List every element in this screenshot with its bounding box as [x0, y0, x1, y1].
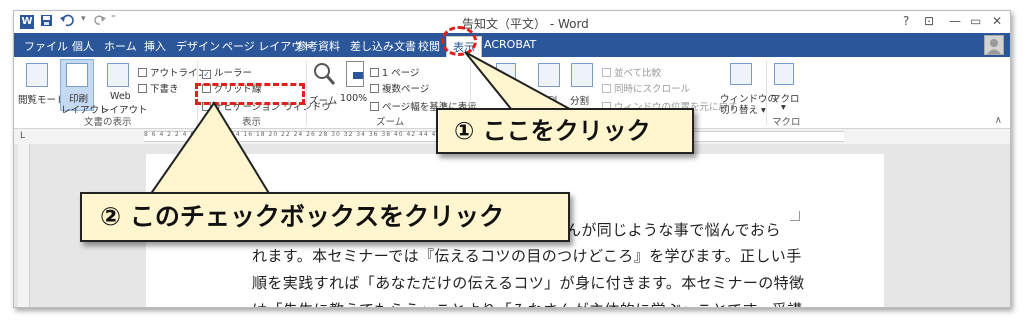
callout-pointers — [148, 51, 591, 196]
callout-step-1: ① ここをクリック — [436, 108, 694, 154]
callout-step-2: ② このチェックボックスをクリック — [80, 192, 570, 242]
